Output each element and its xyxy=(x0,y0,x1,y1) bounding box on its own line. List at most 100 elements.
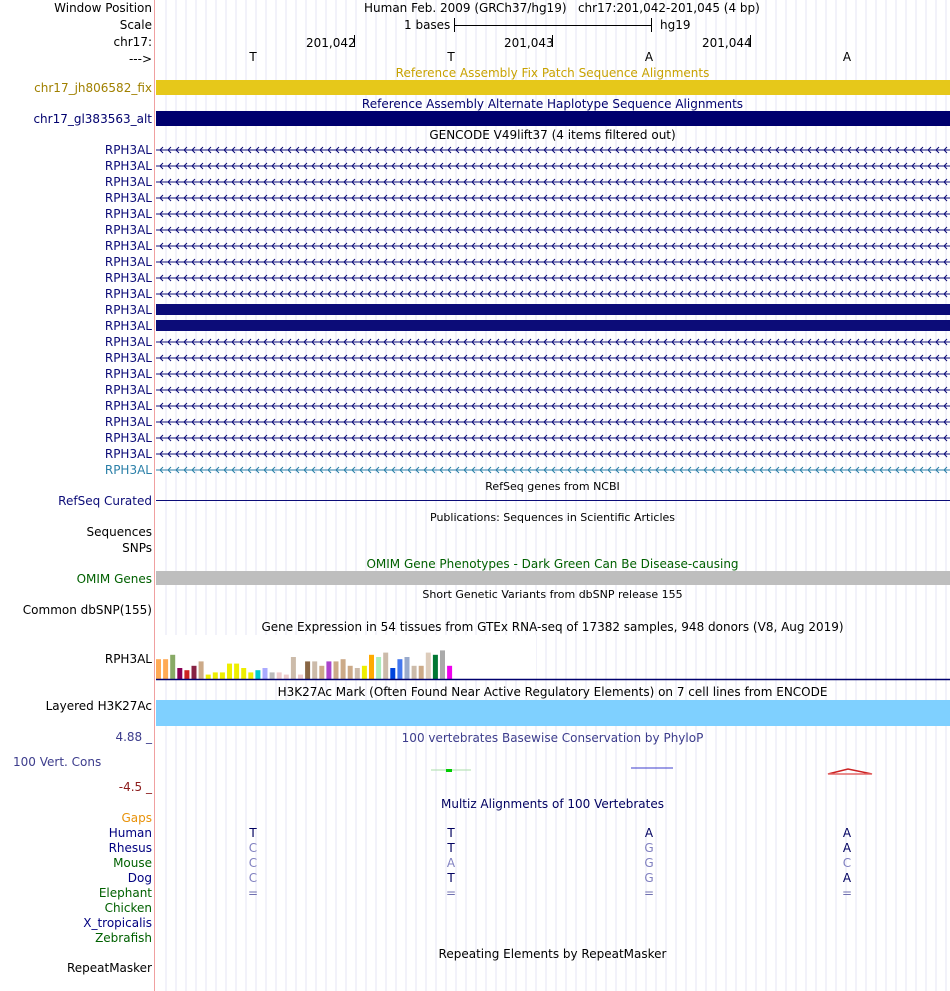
assembly-label: hg19 xyxy=(660,18,691,32)
multiz-species-label[interactable]: Rhesus xyxy=(109,841,152,855)
gencode-transcript-label[interactable]: RPH3AL xyxy=(105,287,152,301)
multiz-species-label[interactable]: X_tropicalis xyxy=(83,916,152,930)
gencode-transcript[interactable] xyxy=(156,223,950,237)
gencode-transcript[interactable] xyxy=(156,271,950,285)
gencode-transcript-label[interactable]: RPH3AL xyxy=(105,463,152,477)
gencode-transcript[interactable] xyxy=(156,335,950,349)
gencode-transcript-label[interactable]: RPH3AL xyxy=(105,271,152,285)
multiz-species-label[interactable]: Chicken xyxy=(105,901,152,915)
multiz-base: T xyxy=(249,826,257,840)
gencode-transcript-label[interactable]: RPH3AL xyxy=(105,175,152,189)
repeatmasker-track-label[interactable]: RepeatMasker xyxy=(67,961,152,975)
gencode-transcript-label[interactable]: RPH3AL xyxy=(105,415,152,429)
label-separator xyxy=(154,0,155,991)
fix-patch-alignment-bar[interactable] xyxy=(156,80,950,95)
gencode-track-title[interactable]: GENCODE V49lift37 (4 items filtered out) xyxy=(155,128,950,142)
gencode-transcript[interactable] xyxy=(156,447,950,461)
gencode-transcript[interactable] xyxy=(156,207,950,221)
h3k27ac-signal-bar[interactable] xyxy=(156,700,950,726)
gencode-transcript-label[interactable]: RPH3AL xyxy=(105,383,152,397)
gtex-tissue-bar xyxy=(305,661,311,679)
h3k27ac-track-title[interactable]: H3K27Ac Mark (Often Found Near Active Re… xyxy=(155,685,950,699)
gencode-transcript[interactable] xyxy=(156,239,950,253)
dbsnp-track-label[interactable]: Common dbSNP(155) xyxy=(23,603,152,617)
gencode-transcript-label[interactable]: RPH3AL xyxy=(105,159,152,173)
refseq-gene-line[interactable] xyxy=(156,500,950,501)
gencode-transcript-label[interactable]: RPH3AL xyxy=(105,399,152,413)
multiz-species-label[interactable]: Human xyxy=(109,826,152,840)
reference-base: A xyxy=(842,50,852,64)
gencode-transcript[interactable] xyxy=(156,304,950,315)
publications-track-label[interactable]: SNPs xyxy=(122,541,152,555)
omim-track-label[interactable]: OMIM Genes xyxy=(77,572,152,586)
position-tick-label: 201,044 xyxy=(702,36,752,50)
strand-label: ---> xyxy=(128,52,152,66)
gencode-transcript-label[interactable]: RPH3AL xyxy=(105,319,152,333)
page-title[interactable]: Human Feb. 2009 (GRCh37/hg19) chr17:201,… xyxy=(364,1,760,15)
gencode-transcript[interactable] xyxy=(156,320,950,331)
gencode-transcript-label[interactable]: RPH3AL xyxy=(105,143,152,157)
gencode-transcript-label[interactable]: RPH3AL xyxy=(105,191,152,205)
phylop-signal[interactable] xyxy=(156,760,950,780)
h3k27ac-track-label[interactable]: Layered H3K27Ac xyxy=(46,699,152,713)
gencode-transcript-label[interactable]: RPH3AL xyxy=(105,447,152,461)
gencode-transcript[interactable] xyxy=(156,367,950,381)
multiz-species-label[interactable]: Dog xyxy=(128,871,152,885)
publications-track-title[interactable]: Publications: Sequences in Scientific Ar… xyxy=(155,511,950,525)
gencode-transcript[interactable] xyxy=(156,175,950,189)
gencode-transcript[interactable] xyxy=(156,287,950,301)
gencode-transcript-label[interactable]: RPH3AL xyxy=(105,351,152,365)
gencode-transcript[interactable] xyxy=(156,431,950,445)
multiz-species-label[interactable]: Elephant xyxy=(99,886,152,900)
gencode-transcript[interactable] xyxy=(156,159,950,173)
dbsnp-track-title[interactable]: Short Genetic Variants from dbSNP releas… xyxy=(155,588,950,602)
gencode-transcript-label[interactable]: RPH3AL xyxy=(105,255,152,269)
position-tick-label: 201,043 xyxy=(504,36,554,50)
gencode-transcript[interactable] xyxy=(156,191,950,205)
gtex-tissue-bar xyxy=(440,650,445,679)
fix-patch-track-label[interactable]: chr17_jh806582_fix xyxy=(34,81,152,95)
gencode-transcript-label[interactable]: RPH3AL xyxy=(105,223,152,237)
alt-haplotype-alignment-bar[interactable] xyxy=(156,111,950,126)
gtex-track-label[interactable]: RPH3AL xyxy=(105,652,152,666)
omim-feature-bar[interactable] xyxy=(156,571,950,585)
refseq-track-label[interactable]: RefSeq Curated xyxy=(58,494,152,508)
gencode-transcript-label[interactable]: RPH3AL xyxy=(105,367,152,381)
multiz-species-label[interactable]: Gaps xyxy=(121,811,152,825)
refseq-track-title[interactable]: RefSeq genes from NCBI xyxy=(155,480,950,494)
gencode-transcript-label[interactable]: RPH3AL xyxy=(105,431,152,445)
gtex-tissue-bar xyxy=(290,657,296,679)
multiz-track-title[interactable]: Multiz Alignments of 100 Vertebrates xyxy=(155,797,950,811)
gtex-tissue-bar xyxy=(170,654,176,679)
phylop-track-label[interactable]: 100 Vert. Cons xyxy=(13,755,101,769)
multiz-species-label[interactable]: Mouse xyxy=(113,856,152,870)
gtex-tissue-bar xyxy=(369,654,374,679)
phylop-max-label: 4.88 _ xyxy=(115,730,152,744)
gencode-transcript[interactable] xyxy=(156,399,950,413)
gencode-transcript-label[interactable]: RPH3AL xyxy=(105,239,152,253)
gencode-transcript[interactable] xyxy=(156,463,950,477)
gtex-tissue-bar xyxy=(397,659,403,679)
gencode-transcript[interactable] xyxy=(156,415,950,429)
gencode-transcript[interactable] xyxy=(156,351,950,365)
gencode-transcript[interactable] xyxy=(156,383,950,397)
gencode-transcript-label[interactable]: RPH3AL xyxy=(105,303,152,317)
publications-track-label[interactable]: Sequences xyxy=(87,525,152,539)
multiz-base: A xyxy=(842,871,852,885)
fix-patch-track-title[interactable]: Reference Assembly Fix Patch Sequence Al… xyxy=(155,66,950,80)
gencode-transcript-label[interactable]: RPH3AL xyxy=(105,207,152,221)
phylop-track-title[interactable]: 100 vertebrates Basewise Conservation by… xyxy=(155,731,950,745)
alt-haplotype-track-label[interactable]: chr17_gl383563_alt xyxy=(33,112,152,126)
gencode-transcript-label[interactable]: RPH3AL xyxy=(105,335,152,349)
omim-track-title[interactable]: OMIM Gene Phenotypes - Dark Green Can Be… xyxy=(155,557,950,571)
position-tick xyxy=(552,35,553,47)
gencode-transcript[interactable] xyxy=(156,143,950,157)
multiz-species-label[interactable]: Zebrafish xyxy=(95,931,152,945)
multiz-base: C xyxy=(248,871,258,885)
gtex-track-title[interactable]: Gene Expression in 54 tissues from GTEx … xyxy=(155,620,950,634)
gencode-transcript[interactable] xyxy=(156,255,950,269)
repeatmasker-track-title[interactable]: Repeating Elements by RepeatMasker xyxy=(155,947,950,961)
alt-haplotype-track-title[interactable]: Reference Assembly Alternate Haplotype S… xyxy=(155,97,950,111)
gtex-expression-chart[interactable] xyxy=(156,635,950,681)
multiz-base: T xyxy=(447,841,455,855)
